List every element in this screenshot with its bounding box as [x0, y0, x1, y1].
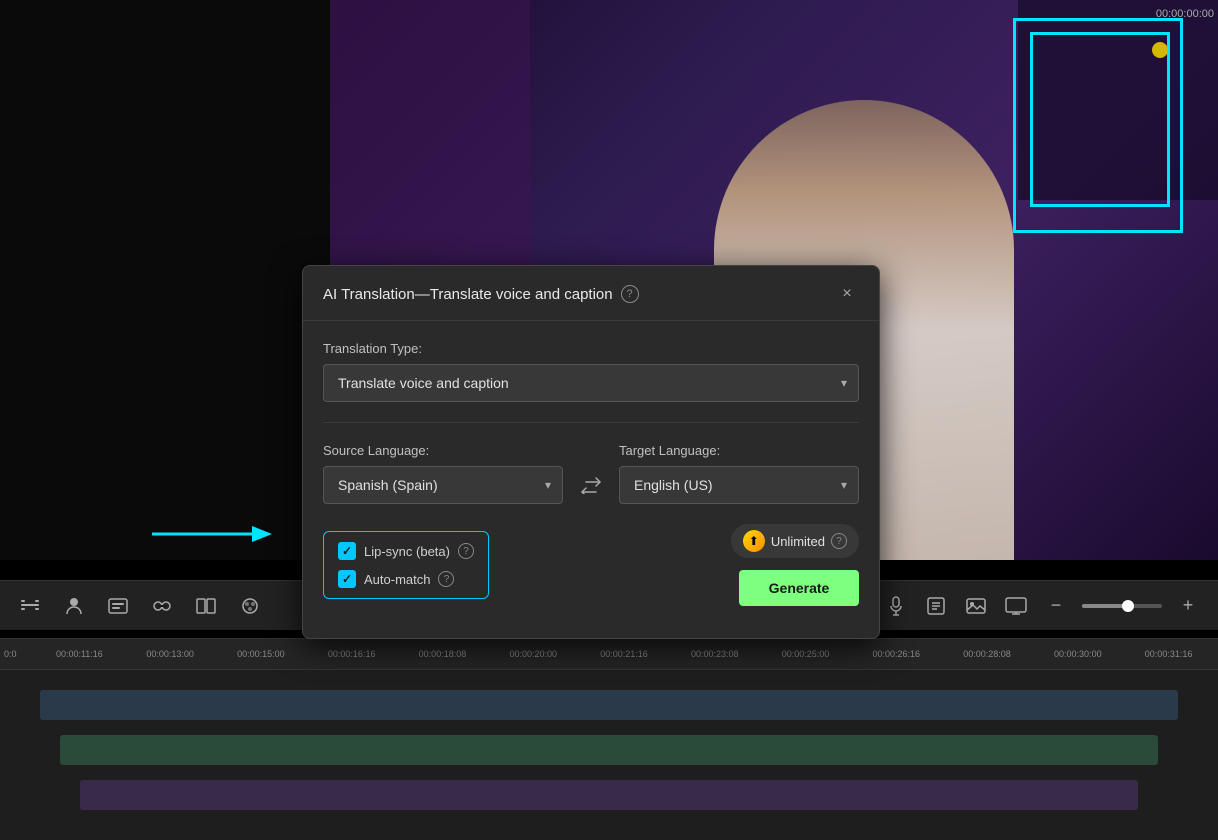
time-1: 00:00:11:16 [34, 649, 125, 659]
toolbar-icon-mic[interactable] [882, 592, 910, 620]
auto-match-item[interactable]: ✓ Auto-match ? [338, 570, 474, 588]
auto-match-check: ✓ [342, 572, 352, 586]
timeline-ruler: 0:0 00:00:11:16 00:00:13:00 00:00:15:00 … [0, 638, 1218, 670]
lip-sync-item[interactable]: ✓ Lip-sync (beta) ? [338, 542, 474, 560]
translation-type-select[interactable]: Translate voice and caption Translate ca… [323, 364, 859, 402]
toolbar-icon-trim[interactable] [16, 592, 44, 620]
divider [323, 422, 859, 423]
toolbar-icon-sync[interactable] [148, 592, 176, 620]
ai-translation-dialog: AI Translation—Translate voice and capti… [302, 265, 880, 639]
time-13: 00:00:31:16 [1123, 649, 1214, 659]
time-4: 00:00:16:16 [306, 649, 397, 659]
toolbar-icon-text[interactable] [922, 592, 950, 620]
tutorial-arrow [152, 520, 282, 553]
target-language-label: Target Language: [619, 443, 859, 458]
zoom-slider[interactable] [1082, 604, 1162, 608]
time-3: 00:00:15:00 [216, 649, 307, 659]
video-dark-panel [0, 0, 330, 560]
time-7: 00:00:21:16 [579, 649, 670, 659]
dialog-title-wrap: AI Translation—Translate voice and capti… [323, 285, 639, 303]
toolbar-icon-caption[interactable] [104, 592, 132, 620]
unlimited-help-icon[interactable]: ? [831, 533, 847, 549]
time-5: 00:00:18:08 [397, 649, 488, 659]
timeline-tracks [0, 670, 1218, 840]
language-swap-button[interactable] [575, 466, 607, 504]
lip-sync-checkbox[interactable]: ✓ [338, 542, 356, 560]
yellow-indicator [1152, 42, 1168, 58]
zoom-in-button[interactable]: + [1174, 592, 1202, 620]
dialog-body: Translation Type: Translate voice and ca… [303, 321, 879, 638]
source-language-wrapper: Spanish (Spain) Spanish (Mexico) English… [323, 466, 563, 504]
dialog-header: AI Translation—Translate voice and capti… [303, 266, 879, 321]
lip-sync-info-icon[interactable]: ? [458, 543, 474, 559]
track-bar-1[interactable] [40, 690, 1178, 720]
toolbar-icon-layout[interactable] [192, 592, 220, 620]
toolbar-icon-image[interactable] [962, 592, 990, 620]
generate-button[interactable]: Generate [739, 570, 859, 606]
zoom-out-button[interactable]: − [1042, 592, 1070, 620]
auto-match-label: Auto-match [364, 572, 430, 587]
target-language-wrapper: English (US) Spanish (Spain) French Germ… [619, 466, 859, 504]
source-language-group: Source Language: Spanish (Spain) Spanish… [323, 443, 563, 504]
time-8: 00:00:23:08 [669, 649, 760, 659]
lip-sync-label: Lip-sync (beta) [364, 544, 450, 559]
target-language-select[interactable]: English (US) Spanish (Spain) French Germ… [619, 466, 859, 504]
checkbox-group: ✓ Lip-sync (beta) ? ✓ Auto-match ? [323, 531, 489, 599]
track-bar-3[interactable] [80, 780, 1138, 810]
right-actions: ⬆ Unlimited ? Generate [731, 524, 859, 606]
time-0: 0:0 [4, 649, 34, 659]
cyan-rect-inner [1030, 32, 1170, 207]
auto-match-info-icon[interactable]: ? [438, 571, 454, 587]
toolbar-icon-monitor[interactable] [1002, 592, 1030, 620]
time-11: 00:00:28:08 [942, 649, 1033, 659]
unlimited-icon: ⬆ [743, 530, 765, 552]
dialog-info-icon[interactable]: ? [621, 285, 639, 303]
options-row: ✓ Lip-sync (beta) ? ✓ Auto-match ? [323, 524, 859, 606]
language-row: Source Language: Spanish (Spain) Spanish… [323, 443, 859, 504]
time-10: 00:00:26:16 [851, 649, 942, 659]
translation-type-wrapper: Translate voice and caption Translate ca… [323, 364, 859, 402]
source-language-label: Source Language: [323, 443, 563, 458]
toolbar-icon-person[interactable] [60, 592, 88, 620]
auto-match-checkbox[interactable]: ✓ [338, 570, 356, 588]
track-bar-2[interactable] [60, 735, 1158, 765]
target-language-group: Target Language: English (US) Spanish (S… [619, 443, 859, 504]
time-9: 00:00:25:00 [760, 649, 851, 659]
translation-type-label: Translation Type: [323, 341, 859, 356]
time-6: 00:00:20:00 [488, 649, 579, 659]
unlimited-badge[interactable]: ⬆ Unlimited ? [731, 524, 859, 558]
source-language-select[interactable]: Spanish (Spain) Spanish (Mexico) English… [323, 466, 563, 504]
time-12: 00:00:30:00 [1032, 649, 1123, 659]
dialog-title: AI Translation—Translate voice and capti… [323, 286, 613, 303]
dialog-close-button[interactable]: × [835, 282, 859, 306]
toolbar-icon-color[interactable] [236, 592, 264, 620]
time-2: 00:00:13:00 [125, 649, 216, 659]
lip-sync-check: ✓ [342, 544, 352, 558]
toolbar-right: − + [882, 592, 1202, 620]
unlimited-text: Unlimited [771, 534, 825, 549]
